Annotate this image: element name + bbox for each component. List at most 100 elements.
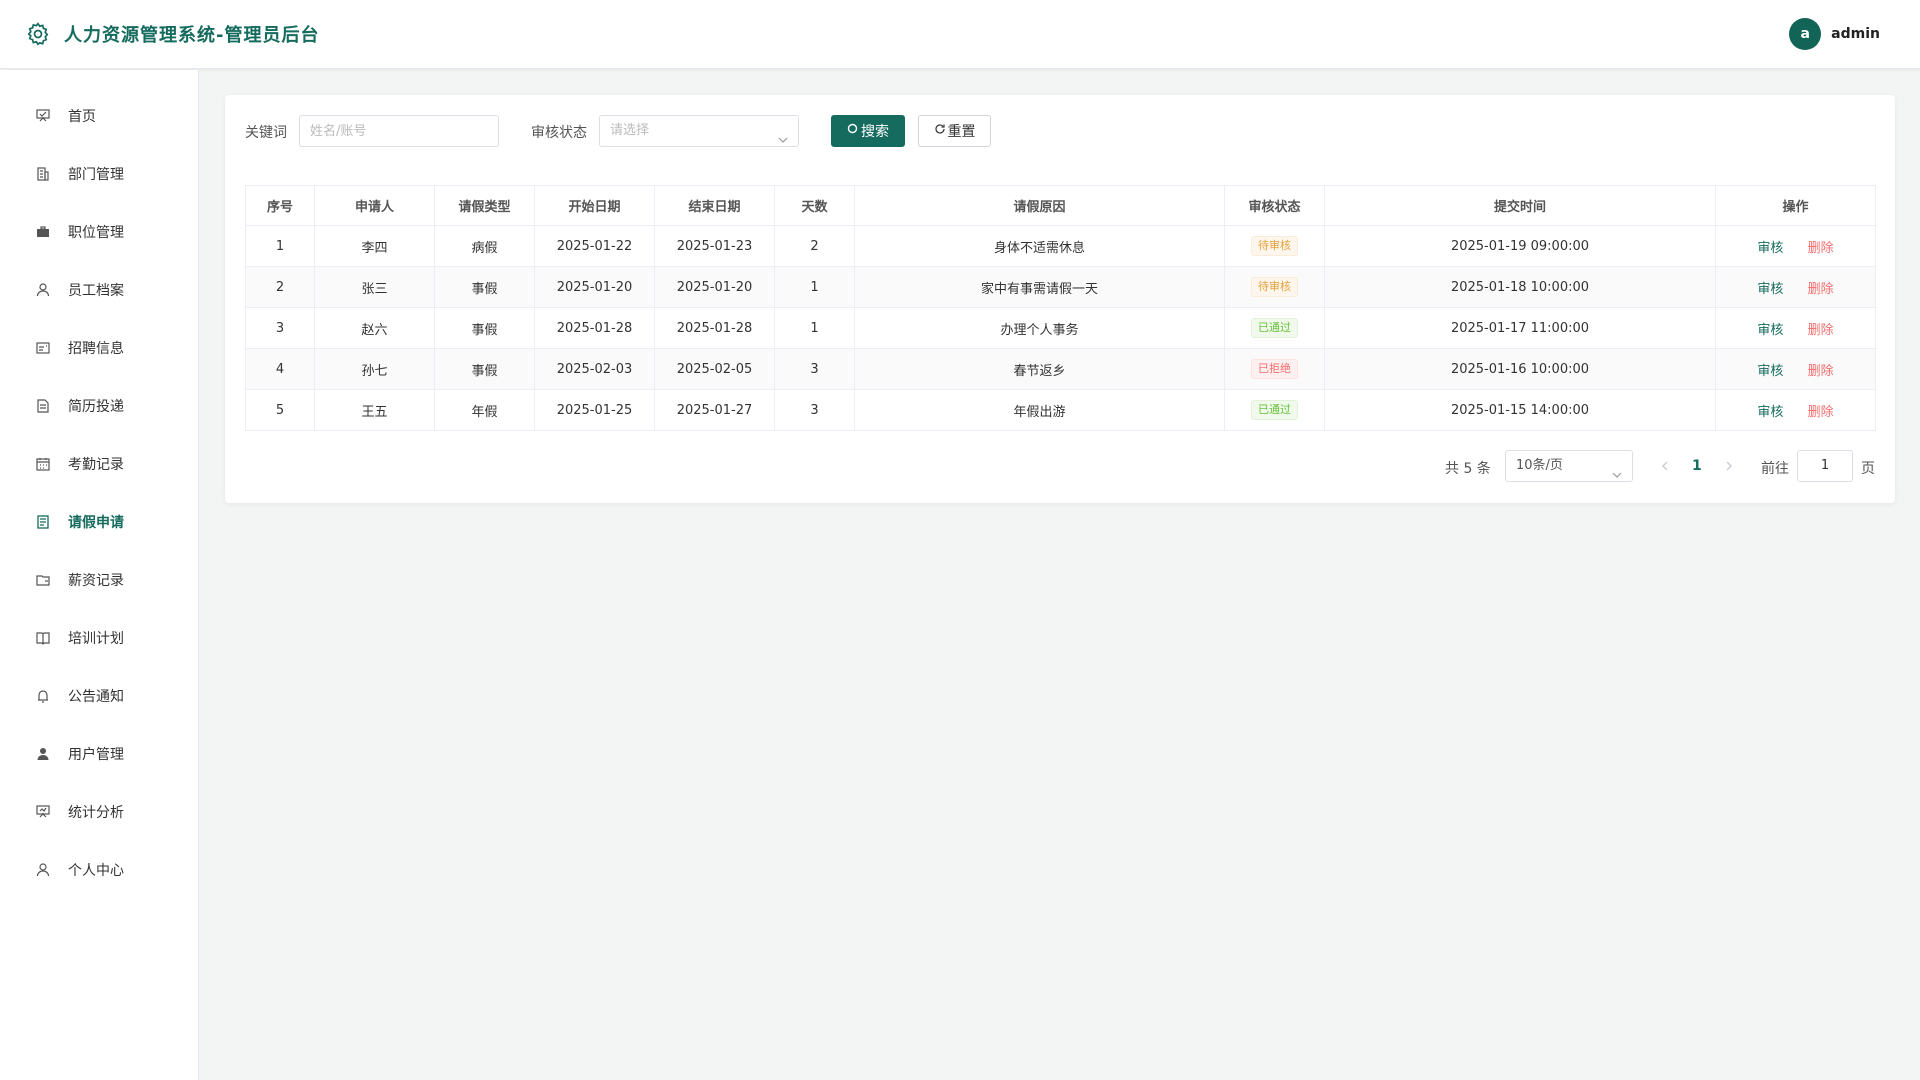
reset-button[interactable]: 重置: [918, 115, 991, 147]
delete-button[interactable]: 删除: [1808, 364, 1834, 379]
delete-button[interactable]: 删除: [1808, 405, 1834, 420]
sidebar-item-label: 招聘信息: [68, 341, 124, 357]
goto-label: 前往: [1761, 461, 1789, 477]
sidebar-item-label: 个人中心: [68, 863, 124, 879]
cell-submitted: 2025-01-15 14:00:00: [1324, 389, 1716, 431]
page-size-value: 10条/页: [1516, 458, 1563, 473]
goto-page-input[interactable]: 1: [1797, 450, 1853, 482]
column-header: 提交时间: [1324, 185, 1716, 226]
user-icon: [34, 281, 52, 299]
cell-submitted: 2025-01-17 11:00:00: [1324, 307, 1716, 349]
sidebar-item-positions[interactable]: 职位管理: [0, 203, 198, 261]
page-size-select[interactable]: 10条/页: [1505, 450, 1633, 482]
cell-applicant: 张三: [314, 266, 435, 308]
audit-button[interactable]: 审核: [1757, 282, 1783, 297]
cell-actions: 审核 删除: [1715, 266, 1876, 308]
briefcase-icon: [34, 223, 52, 241]
search-button-label: 搜索: [861, 124, 889, 140]
building-icon: [34, 165, 52, 183]
cell-submitted: 2025-01-18 10:00:00: [1324, 266, 1716, 308]
cell-applicant: 赵六: [314, 307, 435, 349]
audit-button[interactable]: 审核: [1757, 364, 1783, 379]
status-badge: 已通过: [1251, 318, 1298, 338]
sidebar-item-recruitment[interactable]: 招聘信息: [0, 319, 198, 377]
page-number-current[interactable]: 1: [1692, 458, 1702, 474]
avatar[interactable]: a: [1789, 18, 1822, 50]
postcard-icon: [34, 339, 52, 357]
bell-icon: [34, 687, 52, 705]
column-header: 请假原因: [854, 185, 1225, 226]
sidebar-item-statistics[interactable]: 统计分析: [0, 783, 198, 841]
refresh-icon: [934, 123, 948, 139]
cell-submitted: 2025-01-16 10:00:00: [1324, 348, 1716, 390]
audit-button[interactable]: 审核: [1757, 323, 1783, 338]
sidebar-item-leave-requests[interactable]: 请假申请: [0, 493, 198, 551]
sidebar-item-resumes[interactable]: 简历投递: [0, 377, 198, 435]
cell-reason: 春节返乡: [854, 348, 1225, 390]
cell-end-date: 2025-01-23: [654, 225, 775, 267]
chevron-left-icon: [1662, 461, 1668, 471]
sidebar-item-attendance[interactable]: 考勤记录: [0, 435, 198, 493]
cell-end-date: 2025-01-28: [654, 307, 775, 349]
status-badge: 已拒绝: [1251, 359, 1298, 379]
cell-type: 事假: [434, 307, 535, 349]
sidebar: 首页 部门管理 职位管理 员工档案 招聘信息 简历投递 考勤记录 请假申请 薪资…: [0, 70, 199, 1080]
sidebar-item-label: 培训计划: [68, 631, 124, 647]
presentation-board-icon: [34, 107, 52, 125]
table-header-row: 序号 申请人 请假类型 开始日期 结束日期 天数 请假原因 审核状态 提交时间 …: [245, 185, 1876, 226]
sidebar-item-label: 薪资记录: [68, 573, 124, 589]
cell-days: 3: [774, 348, 855, 390]
keyword-label: 关键词: [245, 125, 287, 141]
username[interactable]: admin: [1831, 26, 1880, 42]
cell-index: 2: [245, 266, 315, 308]
delete-button[interactable]: 删除: [1808, 282, 1834, 297]
cell-reason: 办理个人事务: [854, 307, 1225, 349]
audit-button[interactable]: 审核: [1757, 241, 1783, 256]
sidebar-item-departments[interactable]: 部门管理: [0, 145, 198, 203]
sidebar-item-training[interactable]: 培训计划: [0, 609, 198, 667]
column-header: 开始日期: [534, 185, 655, 226]
sidebar-item-announcements[interactable]: 公告通知: [0, 667, 198, 725]
sidebar-item-home[interactable]: 首页: [0, 87, 198, 145]
sidebar-item-users[interactable]: 用户管理: [0, 725, 198, 783]
wallet-icon: [34, 571, 52, 589]
delete-button[interactable]: 删除: [1808, 241, 1834, 256]
cell-submitted: 2025-01-19 09:00:00: [1324, 225, 1716, 267]
status-badge: 已通过: [1251, 400, 1298, 420]
delete-button[interactable]: 删除: [1808, 323, 1834, 338]
sidebar-item-label: 统计分析: [68, 805, 124, 821]
sidebar-item-label: 首页: [68, 109, 96, 125]
cell-index: 4: [245, 348, 315, 390]
sidebar-item-label: 考勤记录: [68, 457, 124, 473]
calendar-icon: [34, 455, 52, 473]
table-row: 3 赵六 事假 2025-01-28 2025-01-28 1 办理个人事务 已…: [245, 307, 1876, 349]
user-menu[interactable]: a admin: [1789, 18, 1880, 50]
sidebar-item-employees[interactable]: 员工档案: [0, 261, 198, 319]
cell-type: 年假: [434, 389, 535, 431]
cell-actions: 审核 删除: [1715, 225, 1876, 267]
sidebar-item-salary[interactable]: 薪资记录: [0, 551, 198, 609]
search-button[interactable]: 搜索: [831, 115, 905, 147]
chevron-down-icon: [1612, 462, 1622, 492]
leave-request-panel: 关键词 审核状态 请选择 搜索 重置 序号 申请人 请假类型 开始日期: [225, 95, 1895, 503]
column-header: 申请人: [314, 185, 435, 226]
cell-status: 已通过: [1224, 307, 1325, 349]
keyword-input[interactable]: [299, 115, 499, 147]
status-select[interactable]: 请选择: [599, 115, 799, 147]
app-title: 人力资源管理系统-管理员后台: [64, 25, 320, 46]
prev-page-button[interactable]: [1655, 456, 1675, 476]
next-page-button[interactable]: [1719, 456, 1739, 476]
cell-status: 待审核: [1224, 266, 1325, 308]
sidebar-item-profile[interactable]: 个人中心: [0, 841, 198, 899]
cell-start-date: 2025-02-03: [534, 348, 655, 390]
tickets-icon: [34, 513, 52, 531]
cell-reason: 家中有事需请假一天: [854, 266, 1225, 308]
cell-index: 3: [245, 307, 315, 349]
total-count: 共 5 条: [1445, 461, 1491, 477]
cell-actions: 审核 删除: [1715, 307, 1876, 349]
cell-status: 已通过: [1224, 389, 1325, 431]
cell-actions: 审核 删除: [1715, 348, 1876, 390]
cell-start-date: 2025-01-20: [534, 266, 655, 308]
column-header: 审核状态: [1224, 185, 1325, 226]
audit-button[interactable]: 审核: [1757, 405, 1783, 420]
